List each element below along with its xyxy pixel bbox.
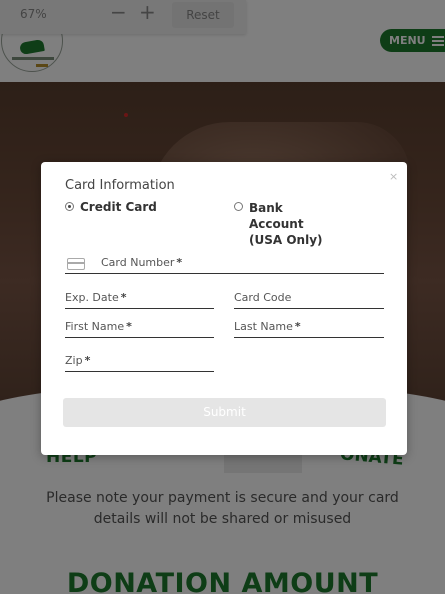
card-number-label: Card Number *	[101, 256, 183, 269]
bank-account-radio[interactable]: Bank Account (USA Only)	[234, 200, 339, 248]
zip-label: Zip *	[65, 354, 91, 367]
close-icon[interactable]: ×	[389, 170, 398, 183]
bank-account-label: Bank Account (USA Only)	[249, 201, 323, 247]
credit-card-radio[interactable]: Credit Card	[65, 200, 157, 214]
card-code-field[interactable]: Card Code	[234, 285, 384, 309]
first-name-field[interactable]: First Name *	[65, 314, 214, 338]
first-name-label: First Name *	[65, 320, 132, 333]
credit-card-icon	[67, 258, 85, 270]
submit-button[interactable]: Submit	[63, 398, 386, 427]
credit-card-label: Credit Card	[80, 200, 157, 214]
card-code-label: Card Code	[234, 291, 292, 304]
exp-date-field[interactable]: Exp. Date *	[65, 285, 214, 309]
radio-unselected-icon	[234, 202, 243, 211]
zip-field[interactable]: Zip *	[65, 348, 214, 372]
last-name-label: Last Name *	[234, 320, 301, 333]
radio-selected-icon	[65, 202, 74, 211]
card-number-field[interactable]: Card Number *	[65, 250, 384, 274]
last-name-field[interactable]: Last Name *	[234, 314, 384, 338]
card-information-modal: × Card Information Credit Card Bank Acco…	[41, 162, 407, 455]
exp-date-label: Exp. Date *	[65, 291, 127, 304]
modal-title: Card Information	[65, 178, 175, 193]
